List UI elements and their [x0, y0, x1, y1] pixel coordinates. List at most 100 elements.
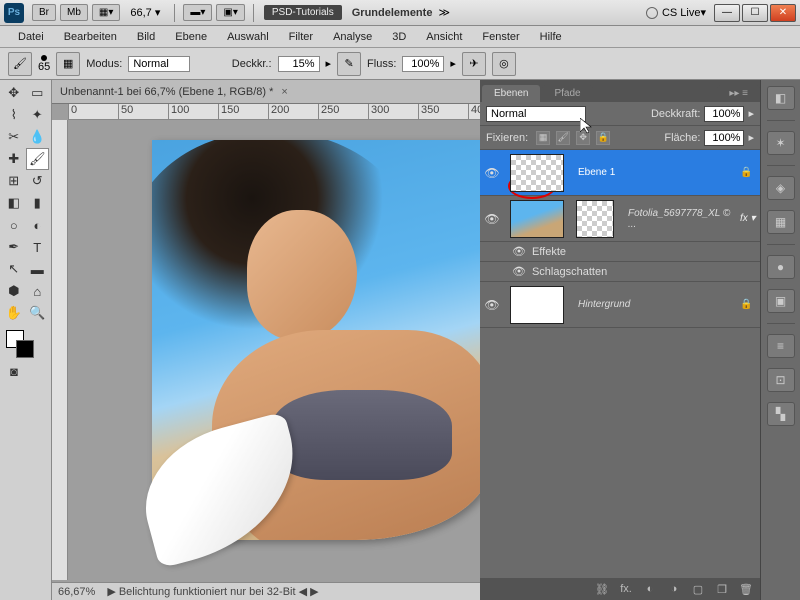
pressure-opacity-icon[interactable]: ✎ — [337, 52, 361, 76]
lock-position-icon[interactable]: ✥ — [576, 131, 590, 145]
eraser-tool[interactable]: ◧ — [2, 192, 26, 214]
status-zoom[interactable]: 66,67% — [58, 586, 95, 598]
dock-history-icon[interactable]: ● — [767, 255, 795, 279]
layer-mask-thumbnail[interactable] — [576, 200, 614, 238]
quickmask-toggle[interactable]: ◙ — [2, 360, 26, 382]
menu-fenster[interactable]: Fenster — [472, 29, 529, 45]
dock-clone-icon[interactable]: ⊡ — [767, 368, 795, 392]
panel-menu-icon[interactable]: ▸▸ ≡ — [717, 85, 760, 102]
layer-row[interactable]: 👁 Hintergrund 🔒 — [480, 282, 760, 328]
color-swatches[interactable] — [2, 330, 49, 360]
lock-transparency-icon[interactable]: ▦ — [536, 131, 550, 145]
path-select-tool[interactable]: ↖ — [2, 258, 26, 280]
crop-tool[interactable]: ✂ — [2, 126, 26, 148]
fluss-flyout-icon[interactable]: ▸ — [450, 57, 456, 70]
menu-ebene[interactable]: Ebene — [165, 29, 217, 45]
visibility-icon[interactable]: 👁 — [512, 245, 526, 258]
eyedropper-tool[interactable]: 💧 — [26, 126, 50, 148]
menu-ansicht[interactable]: Ansicht — [416, 29, 472, 45]
lock-pixels-icon[interactable]: 🖌 — [556, 131, 570, 145]
modus-select[interactable]: Normal — [128, 56, 189, 72]
chevron-right-icon[interactable]: ≫ — [438, 6, 450, 19]
viewmode-button[interactable]: ▦▾ — [92, 4, 120, 21]
workspace-psdtutorials[interactable]: PSD-Tutorials — [264, 5, 342, 20]
menu-auswahl[interactable]: Auswahl — [217, 29, 279, 45]
layer-row[interactable]: 👁 Fotolia_5697778_XL © ... fx ▾ — [480, 196, 760, 242]
deckkr-input[interactable]: 15% — [278, 56, 320, 72]
history-brush-tool[interactable]: ↺ — [26, 170, 50, 192]
heal-tool[interactable]: ✚ — [2, 148, 26, 170]
zoom-tool[interactable]: 🔍 — [26, 302, 50, 324]
wand-tool[interactable]: ✦ — [26, 104, 50, 126]
new-layer-icon[interactable]: ❐ — [714, 582, 730, 596]
marquee-tool[interactable]: ▭ — [26, 82, 50, 104]
dock-brush-icon[interactable]: ≡ — [767, 334, 795, 358]
pen-tool[interactable]: ✒ — [2, 236, 26, 258]
gradient-tool[interactable]: ▮ — [26, 192, 50, 214]
cslive-button[interactable]: CS Live ▾ — [646, 6, 706, 19]
menu-bearbeiten[interactable]: Bearbeiten — [54, 29, 127, 45]
visibility-icon[interactable]: 👁 — [480, 166, 504, 180]
mask-icon[interactable]: ◐ — [642, 582, 658, 596]
hand-tool[interactable]: ✋ — [2, 302, 26, 324]
tab-pfade[interactable]: Pfade — [542, 85, 592, 102]
maximize-button[interactable]: ☐ — [742, 4, 768, 22]
ruler-vertical[interactable] — [52, 120, 68, 580]
menu-analyse[interactable]: Analyse — [323, 29, 382, 45]
arrange-button[interactable]: ▬▾ — [183, 4, 212, 21]
lock-all-icon[interactable]: 🔒 — [596, 131, 610, 145]
workspace-grundelemente[interactable]: Grundelemente — [352, 7, 433, 19]
brush-preset[interactable]: 65 — [38, 55, 50, 73]
brush-tool[interactable]: 🖌 — [26, 148, 50, 170]
layer-thumbnail[interactable] — [510, 286, 564, 324]
fx-badge[interactable]: fx ▾ — [740, 213, 760, 224]
layer-thumbnail[interactable] — [510, 154, 564, 192]
menu-hilfe[interactable]: Hilfe — [530, 29, 572, 45]
layer-name[interactable]: Ebene 1 — [570, 167, 740, 178]
menu-3d[interactable]: 3D — [382, 29, 416, 45]
layer-name[interactable]: Hintergrund — [570, 299, 740, 310]
adjustment-icon[interactable]: ◑ — [666, 582, 682, 596]
dock-layers-icon[interactable]: ◈ — [767, 176, 795, 200]
dock-color-icon[interactable]: ◧ — [767, 86, 795, 110]
type-tool[interactable]: T — [26, 236, 50, 258]
lasso-tool[interactable]: ⌇ — [2, 104, 26, 126]
layer-thumbnail[interactable] — [510, 200, 564, 238]
bridge-button[interactable]: Br — [32, 4, 56, 21]
group-icon[interactable]: ▢ — [690, 582, 706, 596]
zoom-level[interactable]: 66,7 ▾ — [130, 6, 160, 19]
brush-panel-toggle[interactable]: ▦ — [56, 52, 80, 76]
dock-adjustments-icon[interactable]: ✶ — [767, 131, 795, 155]
shape-tool[interactable]: ▬ — [26, 258, 50, 280]
layer-effect-shadow[interactable]: 👁Schlagschatten — [480, 262, 760, 282]
brush-tool-icon[interactable]: 🖌 — [8, 52, 32, 76]
flaeche-input[interactable]: 100% — [704, 130, 744, 146]
canvas[interactable] — [152, 140, 492, 540]
fx-icon[interactable]: fx. — [618, 582, 634, 596]
blur-tool[interactable]: ○ — [2, 214, 26, 236]
menu-datei[interactable]: Datei — [8, 29, 54, 45]
dodge-tool[interactable]: ◐ — [26, 214, 50, 236]
visibility-icon[interactable]: 👁 — [512, 265, 526, 278]
link-layers-icon[interactable]: ⛓ — [594, 582, 610, 596]
dock-actions-icon[interactable]: ▣ — [767, 289, 795, 313]
3d-camera-tool[interactable]: ⌂ — [26, 280, 50, 302]
dock-swatches-icon[interactable]: ▚ — [767, 402, 795, 426]
menu-filter[interactable]: Filter — [279, 29, 323, 45]
fluss-input[interactable]: 100% — [402, 56, 444, 72]
minibridge-button[interactable]: Mb — [60, 4, 88, 21]
layer-effects-header[interactable]: 👁Effekte — [480, 242, 760, 262]
close-button[interactable]: ✕ — [770, 4, 796, 22]
flaeche-flyout-icon[interactable]: ▸ — [748, 131, 754, 144]
3d-tool[interactable]: ⬢ — [2, 280, 26, 302]
stamp-tool[interactable]: ⊞ — [2, 170, 26, 192]
deckkraft-input[interactable]: 100% — [704, 106, 744, 122]
move-tool[interactable]: ✥ — [2, 82, 26, 104]
visibility-icon[interactable]: 👁 — [480, 298, 504, 312]
background-color[interactable] — [16, 340, 34, 358]
visibility-icon[interactable]: 👁 — [480, 212, 504, 226]
deckkraft-flyout-icon[interactable]: ▸ — [748, 107, 754, 120]
menu-bild[interactable]: Bild — [127, 29, 165, 45]
dock-channels-icon[interactable]: ▦ — [767, 210, 795, 234]
screenmode-button[interactable]: ▣▾ — [216, 4, 244, 21]
